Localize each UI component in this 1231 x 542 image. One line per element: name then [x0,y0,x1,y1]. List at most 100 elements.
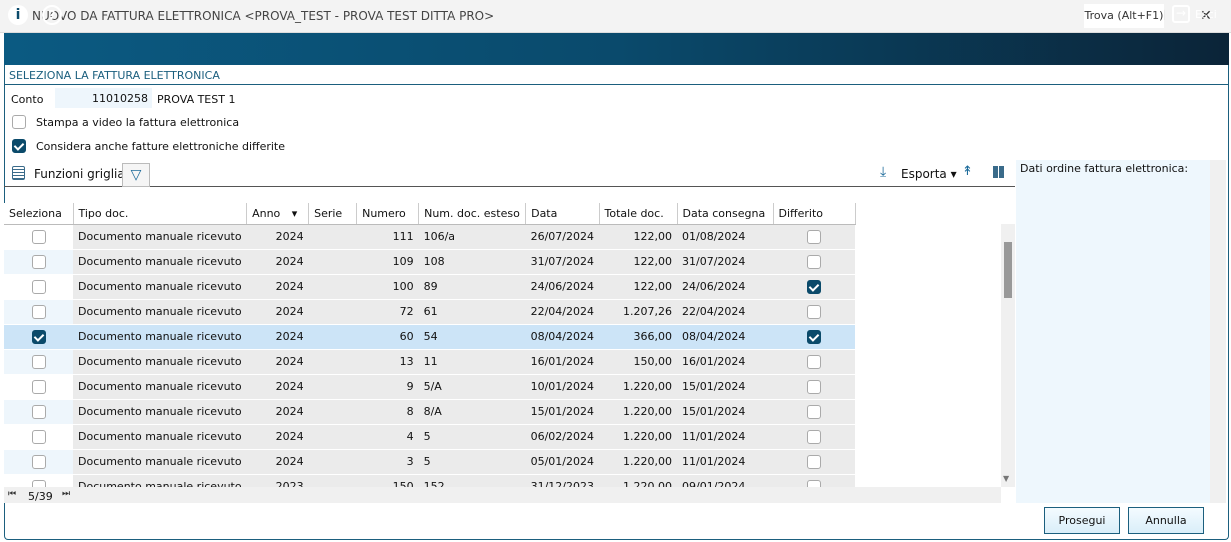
deferred-checkbox[interactable] [807,454,821,469]
deferred-checkbox[interactable] [807,404,821,419]
deferred-cell [773,224,855,250]
column-header[interactable]: Seleziona [4,203,74,225]
table-row[interactable]: Documento manuale ricevuto 2023 150 152 31/1… [4,474,855,487]
table-row[interactable]: Documento manuale ricevuto 2024 109 108 31/0… [4,249,855,275]
cell-anno: 2024 [246,449,309,475]
grid-layout-icon[interactable] [993,166,1004,178]
select-checkbox[interactable] [31,254,46,269]
first-page-icon[interactable]: ⏮ [8,489,16,499]
cell-tipo: Documento manuale ricevuto [73,299,247,325]
select-checkbox[interactable] [31,379,46,394]
chart-icon[interactable]: ↟ [962,164,973,179]
column-header[interactable]: Totale doc. [599,203,678,225]
cell-tipo: Documento manuale ricevuto [73,274,247,300]
table-row[interactable]: Documento manuale ricevuto 2024 72 61 22/04/… [4,299,855,325]
table-row[interactable]: Documento manuale ricevuto 2024 9 5/A 10/01/… [4,374,855,400]
deferred-checkbox[interactable] [807,254,821,269]
info-icon[interactable]: i [8,5,28,25]
column-header-label: Serie [314,206,343,220]
deferred-checkbox[interactable] [807,354,821,369]
conto-field[interactable]: 11010258 [55,88,152,108]
deferred-cell [773,324,855,350]
cell-serie [308,449,357,475]
last-page-icon[interactable]: ⏭ [62,489,70,499]
toolbar [4,33,1229,65]
deferred-checkbox[interactable] [807,479,821,487]
filter-button[interactable]: ▽ [122,163,150,187]
cell-numero: 60 [356,324,419,350]
download-icon[interactable]: ⤓ [880,164,886,180]
select-checkbox[interactable] [31,479,46,487]
cell-serie [308,399,357,425]
cell-numero: 3 [356,449,419,475]
cell-numero: 150 [356,474,419,487]
select-checkbox[interactable] [31,404,46,419]
cell-tipo: Documento manuale ricevuto [73,474,247,487]
find-button[interactable]: Trova (Alt+F1) [1084,4,1164,28]
table-row[interactable]: Documento manuale ricevuto 2024 100 89 24/06… [4,274,855,300]
deferred-checkbox[interactable] [807,379,821,394]
cell-totale: 366,00 [599,324,677,350]
cell-consegna: 09/01/2024 [677,474,773,487]
deferred-checkbox[interactable] [807,329,821,344]
column-header[interactable]: Data [525,203,600,225]
table-row[interactable]: Documento manuale ricevuto 2024 13 11 16/01/… [4,349,855,375]
cell-serie [308,374,357,400]
select-cell [4,449,73,475]
panel-scrollbar[interactable] [1210,160,1226,503]
deferred-cell [773,274,855,300]
deferred-checkbox[interactable] [807,229,821,244]
column-header[interactable]: Tipo doc. [73,203,248,225]
column-header[interactable]: Numero [356,203,420,225]
select-checkbox[interactable] [31,329,46,344]
cell-anno: 2024 [246,299,309,325]
column-header[interactable]: Differito [773,203,856,225]
scroll-down-icon[interactable]: ▼ [1003,474,1009,483]
cell-data: 24/06/2024 [525,274,599,300]
deferred-invoices-checkbox[interactable] [12,139,26,153]
select-cell [4,424,73,450]
table-row[interactable]: Documento manuale ricevuto 2024 111 106/a 26… [4,224,855,250]
select-checkbox[interactable] [31,279,46,294]
deferred-checkbox[interactable] [807,304,821,319]
column-header[interactable]: Anno ▾ [246,203,310,225]
horizontal-scrollbar[interactable] [4,487,1001,503]
help-icon[interactable]: ? [42,5,62,25]
table-row[interactable]: Documento manuale ricevuto 2024 4 5 06/02/20… [4,424,855,450]
print-preview-checkbox[interactable] [12,115,26,129]
deferred-checkbox[interactable] [807,429,821,444]
section-header: SELEZIONA LA FATTURA ELETTRONICA [4,65,1229,85]
select-cell [4,399,73,425]
exit-icon[interactable]: → [1172,5,1190,23]
table-row[interactable]: Documento manuale ricevuto 2024 60 54 08/04/… [4,324,855,350]
grid-functions-button[interactable]: Funzioni griglia [34,167,125,181]
continue-button[interactable]: Prosegui [1044,507,1120,534]
cell-numero: 100 [356,274,419,300]
order-data-panel [1016,160,1210,503]
select-checkbox[interactable] [31,354,46,369]
select-checkbox[interactable] [31,429,46,444]
table-row[interactable]: Documento manuale ricevuto 2024 3 5 05/01/20… [4,449,855,475]
list-icon[interactable] [12,166,25,180]
cancel-button[interactable]: Annulla [1128,507,1204,534]
cell-esteso: 8/A [418,399,526,425]
column-header[interactable]: Num. doc. esteso [418,203,527,225]
deferred-checkbox[interactable] [807,279,821,294]
select-checkbox[interactable] [31,229,46,244]
column-header[interactable]: Data consegna [677,203,774,225]
exit-button[interactable]: Esci [1195,8,1217,21]
export-button[interactable]: Esporta ▾ [901,167,957,181]
cell-esteso: 54 [418,324,526,350]
deferred-cell [773,474,855,487]
cell-serie [308,324,357,350]
select-checkbox[interactable] [31,454,46,469]
column-header-label: Num. doc. esteso [424,206,520,220]
select-checkbox[interactable] [31,304,46,319]
select-cell [4,299,73,325]
deferred-cell [773,249,855,275]
cell-tipo: Documento manuale ricevuto [73,249,247,275]
column-header[interactable]: Serie [308,203,358,225]
scrollbar-thumb[interactable] [1004,242,1012,298]
table-row[interactable]: Documento manuale ricevuto 2024 8 8/A 15/01/… [4,399,855,425]
conto-name: PROVA TEST 1 [157,93,236,106]
